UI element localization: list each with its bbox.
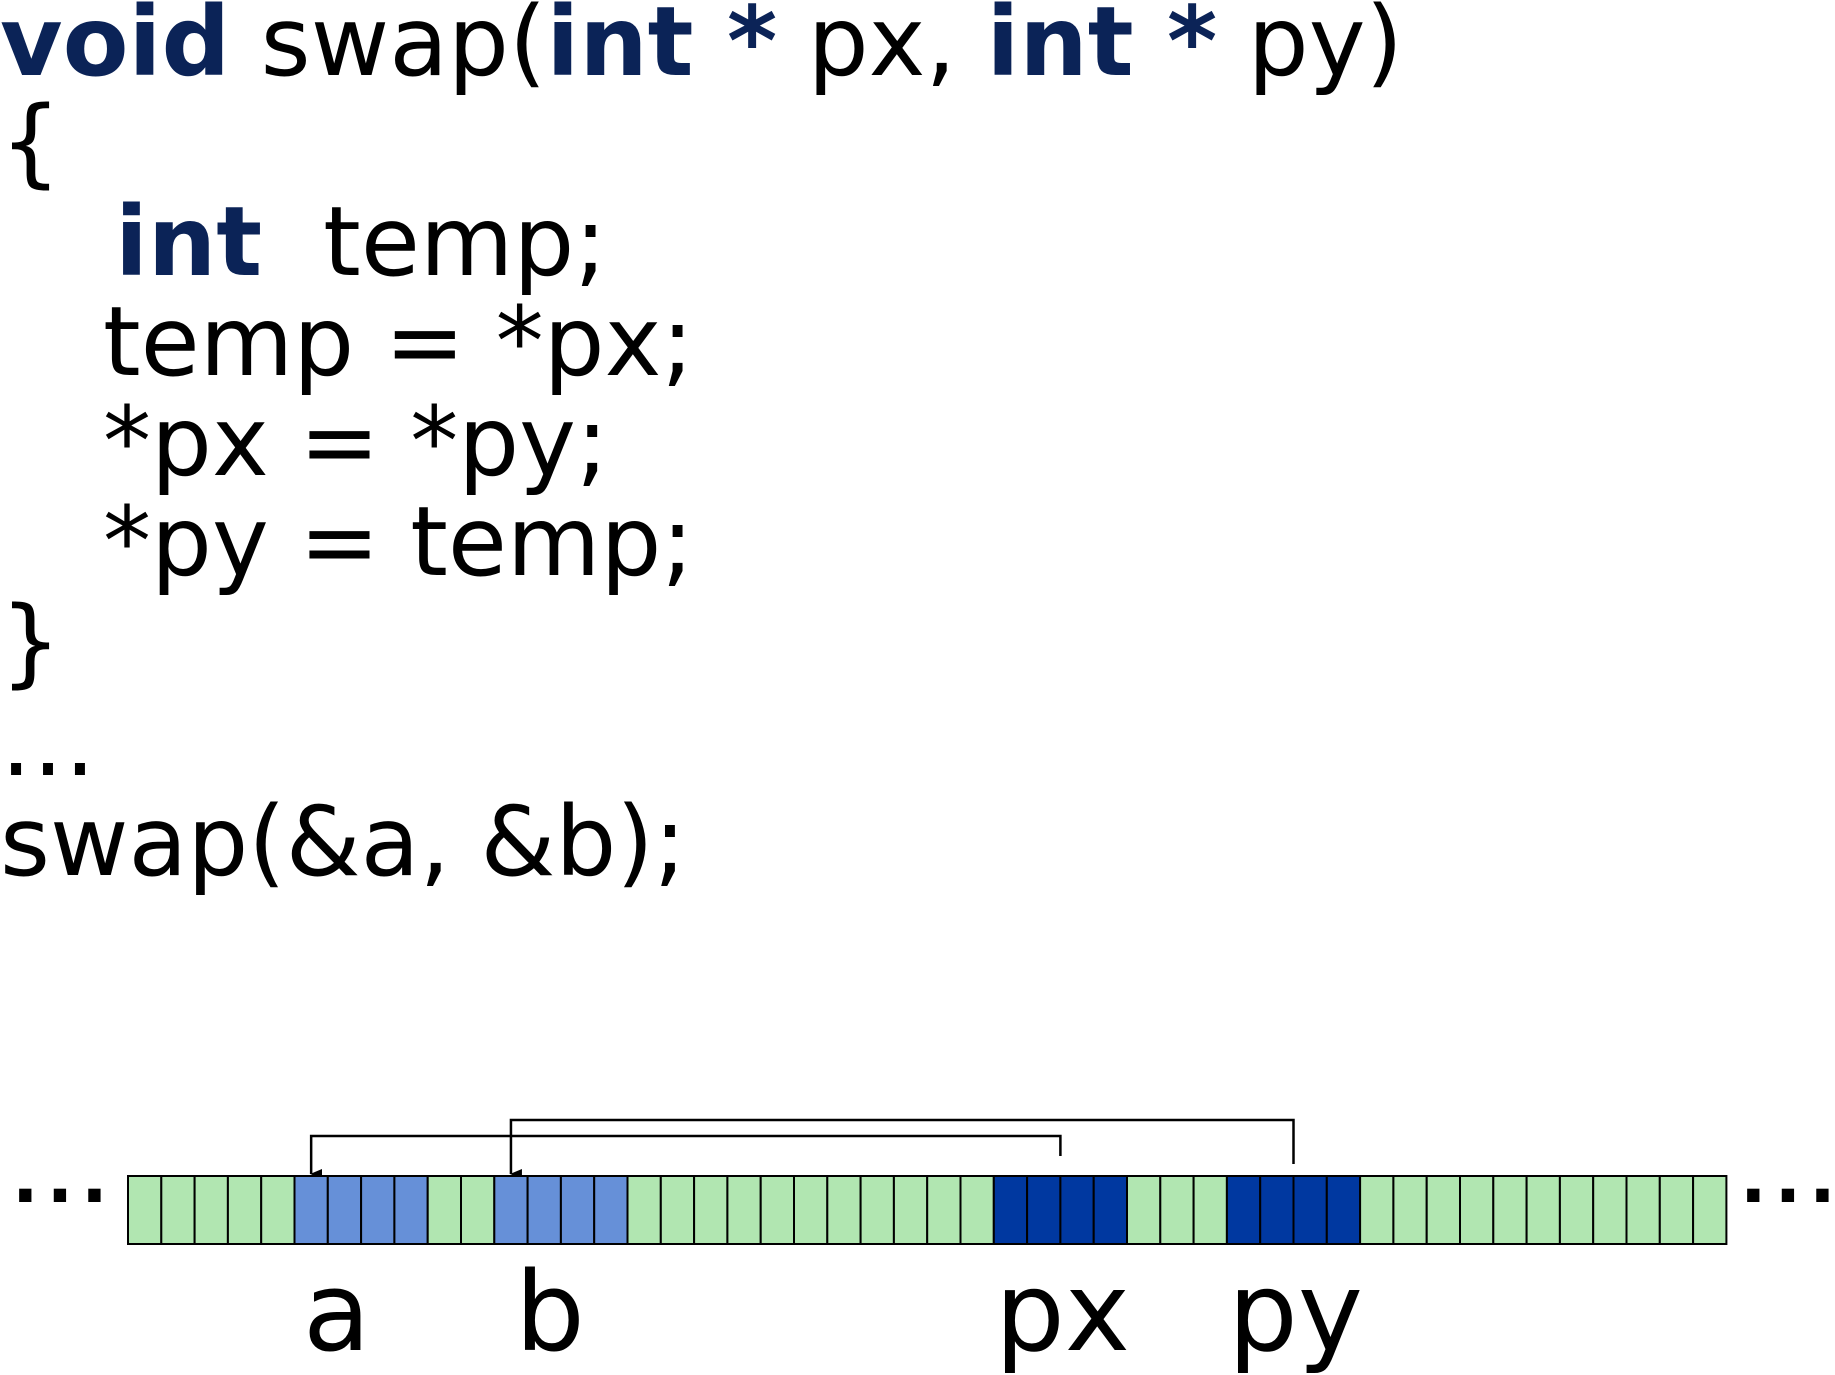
memory-cell	[659, 1175, 696, 1245]
variable-memory-cell	[326, 1175, 363, 1245]
memory-cell	[160, 1175, 196, 1245]
memory-cell	[926, 1175, 962, 1245]
pointer-memory-cell	[1059, 1175, 1095, 1245]
function-signature: void swap(int * px, int * py)	[0, 0, 1403, 90]
function-name: swap(	[230, 0, 547, 98]
memory-cell	[1192, 1175, 1228, 1245]
memory-cell	[1392, 1175, 1428, 1245]
memory-cell	[193, 1175, 229, 1245]
memory-cell	[1658, 1175, 1695, 1245]
keyword-int: int	[986, 0, 1134, 98]
statement-line: *py = temp;	[103, 486, 694, 598]
memory-cell	[1558, 1175, 1595, 1245]
memory-cell	[726, 1175, 762, 1245]
pointer-arrow-py-to-b	[509, 1118, 1295, 1179]
label-py: py	[1228, 1248, 1363, 1375]
memory-cell	[793, 1175, 829, 1245]
memory-cell	[1625, 1175, 1661, 1245]
statement-line: temp = *px;	[103, 286, 694, 398]
memory-cell	[260, 1175, 296, 1245]
memory-cell	[759, 1175, 796, 1245]
memory-cell	[693, 1175, 729, 1245]
declaration-rest: temp;	[262, 186, 607, 298]
memory-cells	[127, 1175, 1728, 1245]
pointer-star: *	[1133, 0, 1218, 98]
memory-cell	[460, 1175, 496, 1245]
memory-cell	[859, 1175, 895, 1245]
keyword-int: int	[115, 186, 263, 298]
pointer-memory-cell	[1092, 1175, 1128, 1245]
pointer-memory-cell	[1325, 1175, 1362, 1245]
keyword-int: int	[546, 0, 694, 98]
memory-cell	[426, 1175, 463, 1245]
pointer-arrow-px-to-a	[309, 1134, 1062, 1179]
right-ellipsis: ···	[1740, 1155, 1835, 1237]
declaration-line: int temp;	[115, 194, 607, 290]
open-brace: {	[0, 86, 62, 198]
pointer-star: *	[693, 0, 778, 98]
label-a: a	[303, 1248, 370, 1375]
memory-cell	[1459, 1175, 1495, 1245]
pointer-lines	[309, 1118, 1295, 1179]
pointer-memory-cell	[992, 1175, 1029, 1245]
param-py: py)	[1217, 0, 1403, 98]
swap-call: swap(&a, &b);	[0, 786, 687, 898]
variable-memory-cell	[293, 1175, 329, 1245]
memory-cell	[1592, 1175, 1628, 1245]
memory-cell	[1359, 1175, 1395, 1245]
memory-cell	[1159, 1175, 1195, 1245]
memory-cell	[1525, 1175, 1561, 1245]
pointer-memory-cell	[1259, 1175, 1295, 1245]
memory-cell	[1126, 1175, 1162, 1245]
memory-cell	[626, 1175, 662, 1245]
variable-memory-cell	[593, 1175, 629, 1245]
memory-cell	[1692, 1175, 1728, 1245]
label-b: b	[515, 1248, 585, 1375]
keyword-void: void	[0, 0, 231, 98]
variable-memory-cell	[360, 1175, 396, 1245]
ellipsis: …	[0, 686, 96, 798]
memory-cell	[226, 1175, 263, 1245]
pointer-memory-cell	[1026, 1175, 1062, 1245]
variable-memory-cell	[526, 1175, 562, 1245]
memory-cell	[1492, 1175, 1528, 1245]
variable-memory-cell	[393, 1175, 429, 1245]
memory-diagram: ··· ··· a b px py	[12, 1118, 1835, 1375]
param-px: px,	[777, 0, 987, 98]
pointer-memory-cell	[1225, 1175, 1262, 1245]
variable-memory-cell	[493, 1175, 529, 1245]
variable-memory-cell	[559, 1175, 596, 1245]
memory-cell	[1425, 1175, 1461, 1245]
statement-line: *px = *py;	[103, 386, 609, 498]
memory-cell	[892, 1175, 929, 1245]
pointer-memory-cell	[1292, 1175, 1328, 1245]
memory-cell	[959, 1175, 995, 1245]
left-ellipsis: ···	[12, 1155, 116, 1237]
close-brace: }	[0, 586, 62, 698]
memory-cell	[826, 1175, 862, 1245]
label-px: px	[995, 1248, 1130, 1375]
memory-cell	[127, 1175, 163, 1245]
